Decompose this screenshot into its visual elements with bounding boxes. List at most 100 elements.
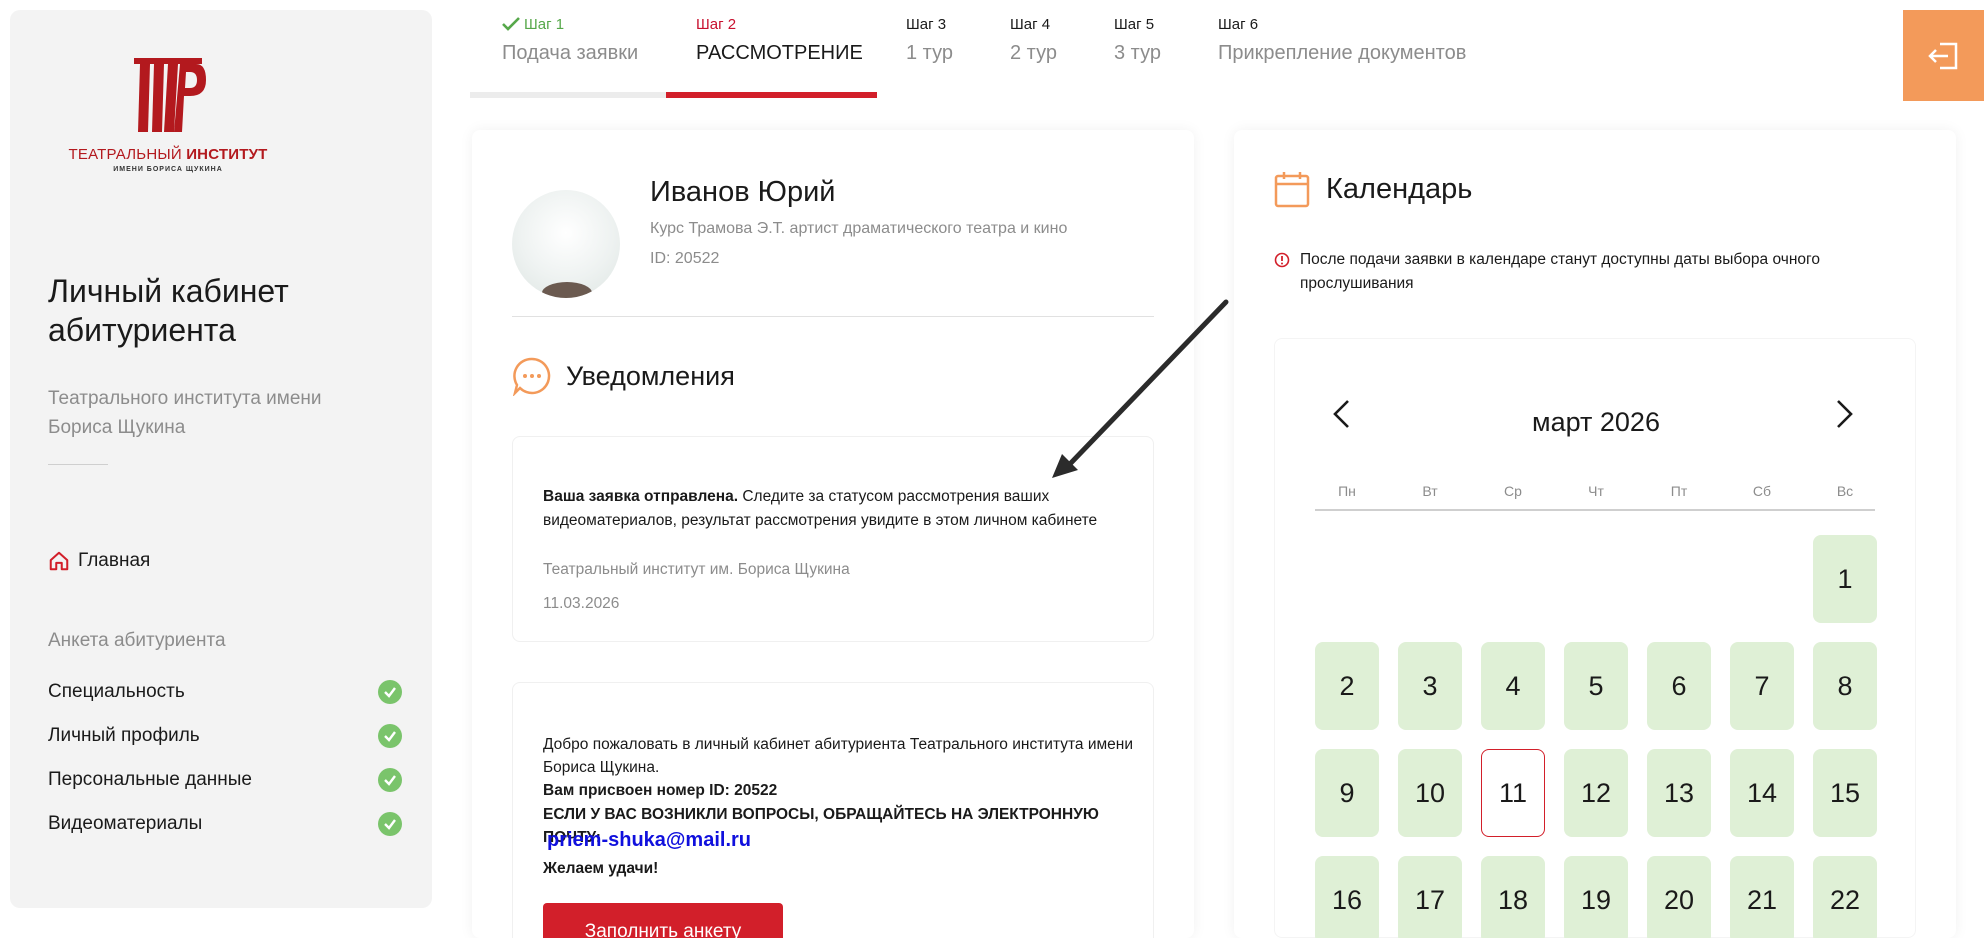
steps-progress: Шаг 1 Подача заявки Шаг 2 РАССМОТРЕНИЕ Ш… bbox=[470, 0, 1470, 100]
calendar-day[interactable]: 8 bbox=[1813, 642, 1877, 730]
profile-notifications-card: Иванов Юрий Курс Трамова Э.Т. артист дра… bbox=[472, 130, 1194, 938]
calendar-month-label: март 2026 bbox=[1532, 407, 1660, 437]
step-6[interactable]: Шаг 6 Прикрепление документов bbox=[1218, 14, 1466, 65]
notification-item: Ваша заявка отправлена. Следите за стату… bbox=[512, 436, 1154, 642]
calendar-day-today[interactable]: 11 bbox=[1481, 749, 1545, 837]
questionnaire-list: Специальность Личный профиль Персональны… bbox=[48, 670, 402, 846]
step-2[interactable]: Шаг 2 РАССМОТРЕНИЕ bbox=[696, 14, 863, 65]
notification-bold-text: Ваша заявка отправлена. bbox=[543, 488, 739, 505]
step-3[interactable]: Шаг 3 1 тур bbox=[906, 14, 953, 65]
calendar-day[interactable]: 21 bbox=[1730, 856, 1794, 938]
notifications-title: Уведомления bbox=[566, 360, 735, 391]
welcome-text: Добро пожаловать в личный кабинет абитур… bbox=[543, 736, 1133, 776]
applicant-id: ID: 20522 bbox=[650, 250, 720, 267]
nav-home-label: Главная bbox=[78, 550, 151, 571]
sidebar-item-profile[interactable]: Личный профиль bbox=[48, 714, 402, 758]
calendar-day[interactable]: 14 bbox=[1730, 749, 1794, 837]
logo-text-line2: ИМЕНИ БОРИСА ЩУКИНА bbox=[113, 166, 223, 173]
notification-item: Добро пожаловать в личный кабинет абитур… bbox=[512, 682, 1154, 938]
assigned-id-text: Вам присвоен номер ID: 20522 bbox=[543, 782, 778, 799]
calendar-day[interactable]: 9 bbox=[1315, 749, 1379, 837]
sidebar-item-personal-data[interactable]: Персональные данные bbox=[48, 758, 402, 802]
step-number-label: Шаг 4 bbox=[1010, 15, 1051, 33]
logo-mark-icon bbox=[134, 58, 206, 132]
avatar bbox=[512, 190, 620, 298]
calendar-day[interactable]: 4 bbox=[1481, 642, 1545, 730]
weekday-label: Пт bbox=[1670, 483, 1688, 499]
step-number-label: Шаг 2 bbox=[696, 15, 737, 33]
calendar-weekdays: Пн Вт Ср Чт Пт Сб Вс bbox=[1315, 483, 1875, 511]
step-number-label: Шаг 1 bbox=[524, 15, 565, 33]
weekday-label: Сб bbox=[1752, 483, 1772, 499]
calendar-day[interactable]: 10 bbox=[1398, 749, 1462, 837]
calendar-day[interactable]: 13 bbox=[1647, 749, 1711, 837]
chevron-right-icon bbox=[1837, 400, 1853, 428]
calendar-note-text: После подачи заявки в календаре станут д… bbox=[1300, 251, 1820, 292]
calendar-icon bbox=[1274, 172, 1310, 208]
step-4[interactable]: Шаг 4 2 тур bbox=[1010, 14, 1057, 65]
logout-icon bbox=[1927, 42, 1957, 69]
notifications-header: Уведомления bbox=[512, 356, 735, 396]
step-name: Прикрепление документов bbox=[1218, 42, 1467, 64]
fill-questionnaire-button[interactable]: Заполнить анкету bbox=[543, 903, 783, 938]
calendar-day[interactable]: 18 bbox=[1481, 856, 1545, 938]
calendar-day[interactable]: 17 bbox=[1398, 856, 1462, 938]
questionnaire-section-label: Анкета абитуриента bbox=[48, 630, 226, 651]
institute-logo[interactable]: ТЕАТРАЛЬНЫЙ ИНСТИТУТ ИМЕНИ БОРИСА ЩУКИНА bbox=[48, 58, 288, 173]
step-1[interactable]: Шаг 1 Подача заявки bbox=[502, 14, 638, 65]
calendar-day[interactable]: 1 bbox=[1813, 535, 1877, 623]
calendar-day[interactable]: 12 bbox=[1564, 749, 1628, 837]
sidebar-item-label: Личный профиль bbox=[48, 725, 200, 746]
calendar-day[interactable]: 5 bbox=[1564, 642, 1628, 730]
sidebar-divider bbox=[48, 464, 108, 465]
calendar-day[interactable]: 2 bbox=[1315, 642, 1379, 730]
step-number-label: Шаг 5 bbox=[1114, 15, 1155, 33]
next-month-button[interactable] bbox=[1835, 399, 1855, 434]
step-name: РАССМОТРЕНИЕ bbox=[696, 42, 863, 64]
step-name: 2 тур bbox=[1010, 42, 1057, 64]
nav-home-link[interactable]: Главная bbox=[48, 550, 150, 572]
calendar-day[interactable]: 3 bbox=[1398, 642, 1462, 730]
step-name: 3 тур bbox=[1114, 42, 1161, 64]
sidebar-item-label: Специальность bbox=[48, 681, 185, 702]
sidebar-item-label: Видеоматериалы bbox=[48, 813, 203, 834]
sidebar: ТЕАТРАЛЬНЫЙ ИНСТИТУТ ИМЕНИ БОРИСА ЩУКИНА… bbox=[10, 10, 432, 908]
chat-bubble-icon bbox=[512, 357, 551, 396]
alert-circle-icon bbox=[1274, 252, 1290, 268]
sidebar-item-videos[interactable]: Видеоматериалы bbox=[48, 802, 402, 846]
home-icon bbox=[49, 551, 69, 571]
weekday-label: Ср bbox=[1504, 483, 1522, 499]
calendar-note: После подачи заявки в календаре станут д… bbox=[1274, 248, 1874, 296]
calendar-day[interactable]: 6 bbox=[1647, 642, 1711, 730]
calendar-title: Календарь bbox=[1326, 172, 1473, 205]
logo-text-line1: ТЕАТРАЛЬНЫЙ ИНСТИТУТ bbox=[68, 146, 268, 163]
sidebar-item-label: Персональные данные bbox=[48, 769, 252, 790]
calendar-day[interactable]: 22 bbox=[1813, 856, 1877, 938]
step-number-label: Шаг 3 bbox=[906, 15, 947, 33]
calendar-day[interactable]: 16 bbox=[1315, 856, 1379, 938]
check-icon bbox=[502, 17, 520, 31]
step-number: Шаг 1 bbox=[502, 14, 638, 34]
weekday-label: Пн bbox=[1338, 483, 1356, 499]
applicant-name: Иванов Юрий bbox=[650, 176, 836, 208]
step-number-label: Шаг 6 bbox=[1218, 15, 1259, 33]
weekday-label: Чт bbox=[1588, 483, 1604, 499]
calendar-day[interactable]: 15 bbox=[1813, 749, 1877, 837]
sidebar-item-specialty[interactable]: Специальность bbox=[48, 670, 402, 714]
calendar-day[interactable]: 19 bbox=[1564, 856, 1628, 938]
notification-text: Ваша заявка отправлена. Следите за стату… bbox=[543, 485, 1123, 533]
check-icon bbox=[378, 812, 402, 836]
contact-email-link[interactable]: priem-shuka@mail.ru bbox=[547, 829, 751, 852]
calendar-card: Календарь После подачи заявки в календар… bbox=[1234, 130, 1956, 938]
profile-divider bbox=[512, 316, 1154, 317]
check-icon bbox=[378, 680, 402, 704]
calendar-widget: март 2026 Пн Вт Ср Чт Пт Сб Вс 1 2 3 4 5 6 7 8 9 10 11 12… bbox=[1274, 338, 1916, 938]
logout-button[interactable] bbox=[1903, 10, 1984, 101]
step-5[interactable]: Шаг 5 3 тур bbox=[1114, 14, 1161, 65]
step-name: Подача заявки bbox=[502, 42, 639, 64]
calendar-day[interactable]: 20 bbox=[1647, 856, 1711, 938]
notification-source: Театральный институт им. Бориса Щукина bbox=[543, 561, 850, 578]
wish-text: Желаем удачи! bbox=[543, 860, 659, 877]
notification-date: 11.03.2026 bbox=[543, 595, 620, 612]
calendar-day[interactable]: 7 bbox=[1730, 642, 1794, 730]
